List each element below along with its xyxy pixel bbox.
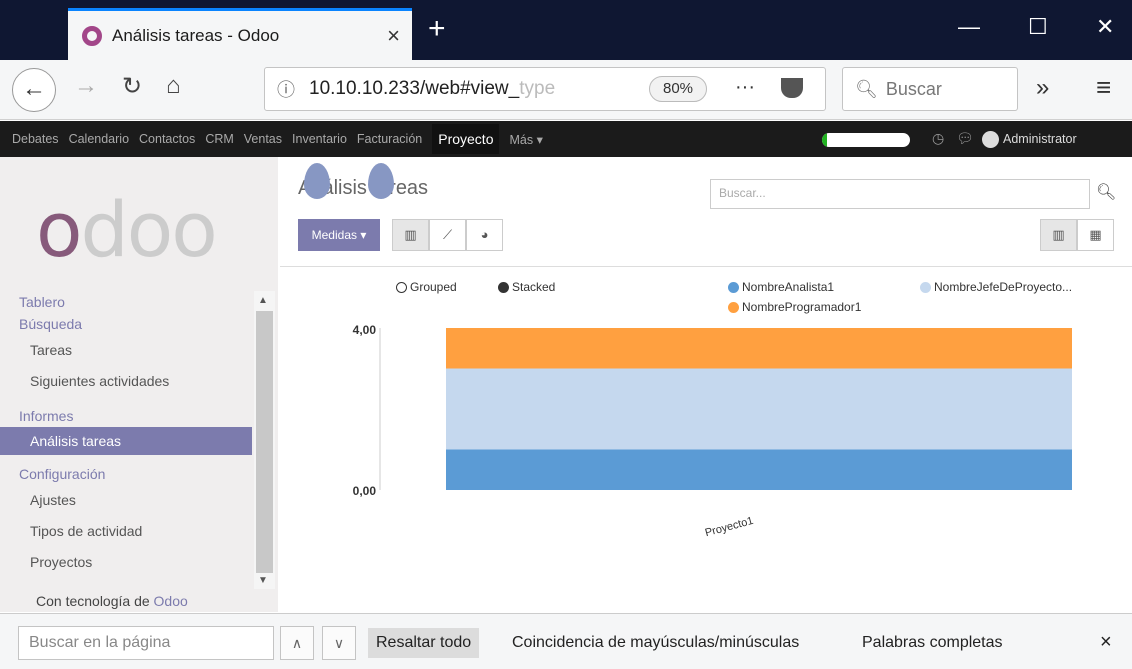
menu-item-facturacion[interactable]: Facturación <box>357 132 422 146</box>
window-close-icon[interactable]: ✕ <box>1096 14 1114 40</box>
url-bar[interactable]: ⓘ 10.10.10.233/web#view_ type 80% ··· <box>264 67 826 111</box>
sidebar-scrollbar[interactable]: ▲ ▼ <box>254 291 275 589</box>
find-bar: Buscar en la página ∧ ∨ Resaltar todo Co… <box>0 613 1132 669</box>
zoom-level[interactable]: 80% <box>649 76 707 102</box>
odoo-top-menu: Debates Calendario Contactos CRM Ventas … <box>0 121 1132 157</box>
graph-view-button[interactable]: ▥ <box>1040 219 1077 251</box>
match-case-button[interactable]: Coincidencia de mayúsculas/minúsculas <box>512 628 799 658</box>
home-button[interactable]: ⌂ <box>166 72 181 100</box>
new-tab-button[interactable]: + <box>428 12 446 46</box>
browser-nav-bar: ← → ↻ ⌂ ⓘ 10.10.10.233/web#view_ type 80%… <box>0 60 1132 120</box>
menu-item-contactos[interactable]: Contactos <box>139 132 195 146</box>
progress-fill <box>822 133 828 147</box>
back-button[interactable]: ← <box>12 68 56 112</box>
odoo-favicon-icon <box>82 25 102 46</box>
overflow-menu-button[interactable]: » <box>1036 74 1049 102</box>
url-text-faded: type <box>519 78 556 99</box>
bar-chart-icon: ▥ <box>404 227 417 242</box>
odoo-logo[interactable]: odoo <box>36 185 218 274</box>
close-icon[interactable]: × <box>1100 631 1112 654</box>
find-next-button[interactable]: ∨ <box>322 626 356 660</box>
sidebar-section-busqueda[interactable]: Búsqueda <box>0 313 252 335</box>
url-text: 10.10.10.233/web#view_ <box>309 78 520 99</box>
tab-title: Análisis tareas - Odoo <box>112 25 280 45</box>
avatar[interactable] <box>982 131 999 148</box>
menu-item-calendario[interactable]: Calendario <box>69 132 129 146</box>
bar-chart-button[interactable]: ▥ <box>392 219 429 251</box>
sidebar-item-proyectos[interactable]: Proyectos <box>0 547 252 578</box>
browser-search-placeholder: Buscar <box>885 78 942 99</box>
minimize-icon[interactable]: — <box>958 14 980 40</box>
menu-item-inventario[interactable]: Inventario <box>292 132 347 146</box>
scrollbar-thumb[interactable] <box>256 311 273 573</box>
find-input[interactable]: Buscar en la página <box>18 626 274 660</box>
activity-clock-icon[interactable]: ◷ <box>932 130 944 147</box>
browser-tab-bar: Análisis tareas - Odoo × + — ☐ ✕ <box>0 0 1132 60</box>
hamburger-menu-icon[interactable]: ≡ <box>1096 72 1111 103</box>
search-icon[interactable]: 🔍︎ <box>1096 182 1116 202</box>
menu-item-debates[interactable]: Debates <box>12 132 59 146</box>
highlight-all-button[interactable]: Resaltar todo <box>368 628 480 658</box>
sidebar-item-analisis-tareas[interactable]: Análisis tareas <box>0 427 252 455</box>
grid-icon: ▦ <box>1089 227 1102 242</box>
pivot-view-button[interactable]: ▦ <box>1077 219 1114 251</box>
sidebar-item-siguientes-actividades[interactable]: Siguientes actividades <box>0 366 252 397</box>
sidebar-menu: Tablero Búsqueda Tareas Siguientes activ… <box>0 291 252 578</box>
browser-tab[interactable]: Análisis tareas - Odoo × <box>68 8 412 60</box>
control-panel: Análisis tareas Buscar... 🔍︎ Medidas ▾ ▥… <box>280 157 1132 267</box>
bar-chart: 4,00 0,00 Proyecto1 <box>353 323 1072 539</box>
chat-bubbles-icon[interactable]: 💬︎ <box>956 130 974 147</box>
y-tick-label: 0,00 <box>353 484 377 498</box>
page-actions-icon[interactable]: ··· <box>735 76 755 99</box>
x-tick-label: Proyecto1 <box>704 515 755 539</box>
sidebar-section-configuracion[interactable]: Configuración <box>0 463 252 485</box>
reload-button[interactable]: ↻ <box>122 72 142 101</box>
loading-progress-bar <box>822 133 910 147</box>
menu-item-crm[interactable]: CRM <box>205 132 233 146</box>
chart-area: Grouped Stacked NombreAnalista1 NombreJe… <box>280 268 1132 608</box>
search-icon: 🔍︎ <box>855 78 878 99</box>
menu-item-mas[interactable]: Más ▾ <box>509 132 542 147</box>
powered-by: Con tecnología de Odoo <box>36 593 188 609</box>
sidebar-item-tareas[interactable]: Tareas <box>0 335 252 366</box>
pie-chart-icon: ◕ <box>480 227 489 242</box>
pie-chart-button[interactable]: ◕ <box>466 219 503 251</box>
cursor-drop-icon <box>368 163 394 199</box>
scroll-down-icon[interactable]: ▼ <box>258 575 268 586</box>
menu-item-proyecto[interactable]: Proyecto <box>432 124 500 154</box>
search-placeholder: Buscar... <box>719 186 766 200</box>
tab-close-button[interactable]: × <box>387 23 400 49</box>
pocket-icon[interactable] <box>781 78 803 98</box>
maximize-icon[interactable]: ☐ <box>1028 14 1048 40</box>
measures-button[interactable]: Medidas ▾ <box>298 219 380 251</box>
bar-chart-icon: ▥ <box>1052 227 1065 242</box>
bar-segment-0[interactable] <box>446 449 1072 491</box>
find-previous-button[interactable]: ∧ <box>280 626 314 660</box>
browser-search-input[interactable]: 🔍︎ Buscar <box>842 67 1018 111</box>
arrow-left-icon: ← <box>22 75 46 102</box>
sidebar-item-tipos-de-actividad[interactable]: Tipos de actividad <box>0 516 252 547</box>
sidebar-item-tablero[interactable]: Tablero <box>0 291 252 313</box>
powered-by-text: Con tecnología de <box>36 593 154 609</box>
line-chart-button[interactable]: ⟋ <box>429 219 466 251</box>
info-icon[interactable]: ⓘ <box>277 76 295 102</box>
line-chart-icon: ⟋ <box>442 227 453 242</box>
odoo-link[interactable]: Odoo <box>154 593 188 609</box>
sidebar-item-ajustes[interactable]: Ajustes <box>0 485 252 516</box>
menu-item-ventas[interactable]: Ventas <box>244 132 282 146</box>
cursor-drop-icon <box>304 163 330 199</box>
whole-words-button[interactable]: Palabras completas <box>862 628 1003 658</box>
user-menu[interactable]: Administrator <box>1003 132 1077 146</box>
scroll-up-icon[interactable]: ▲ <box>258 295 268 306</box>
sidebar-section-informes[interactable]: Informes <box>0 405 252 427</box>
forward-button[interactable]: → <box>74 72 98 100</box>
search-input[interactable]: Buscar... <box>710 179 1090 209</box>
bar-segment-1[interactable] <box>446 368 1072 450</box>
y-tick-label: 4,00 <box>353 323 377 337</box>
bar-segment-2[interactable] <box>446 328 1072 369</box>
sidebar: odoo Tablero Búsqueda Tareas Siguientes … <box>0 157 278 612</box>
